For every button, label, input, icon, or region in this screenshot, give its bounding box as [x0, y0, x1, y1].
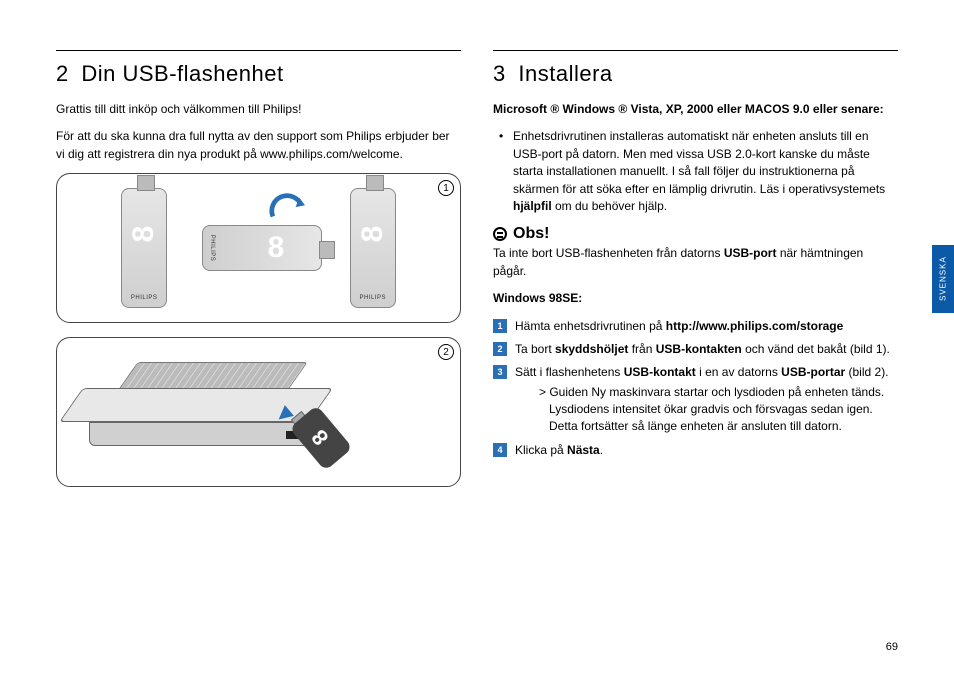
- figure-2-label: 2: [438, 344, 454, 360]
- step-3-sub: Guiden Ny maskinvara startar och lysdiod…: [527, 384, 898, 436]
- brand-label: PHILIPS: [122, 295, 166, 301]
- step-2: 2 Ta bort skyddshöljet från USB-kontakte…: [493, 341, 898, 358]
- install-steps: 1 Hämta enhetsdrivrutinen på http://www.…: [493, 318, 898, 460]
- column-rule: [493, 50, 898, 51]
- step-4: 4 Klicka på Nästa.: [493, 442, 898, 459]
- right-column: 3 Installera Microsoft ® Windows ® Vista…: [493, 50, 898, 501]
- column-rule: [56, 50, 461, 51]
- laptop-side: [89, 422, 317, 446]
- page-number: 69: [886, 641, 898, 653]
- rotate-arrow-icon: [269, 192, 307, 226]
- content-columns: 2 Din USB-flashenhet Grattis till ditt i…: [56, 50, 898, 501]
- note-text: Ta inte bort USB-flashenheten från dator…: [493, 245, 898, 280]
- usb-plug-illustration: [291, 416, 347, 460]
- brand-label: PHILIPS: [209, 226, 215, 270]
- intro-paragraph-1: Grattis till ditt inköp och välkommen ti…: [56, 101, 461, 118]
- step-badge: 4: [493, 443, 507, 457]
- section-2-heading: 2 Din USB-flashenhet: [56, 61, 461, 87]
- win98-heading: Windows 98SE:: [493, 290, 898, 307]
- section-3-number: 3: [493, 61, 506, 86]
- step-badge: 2: [493, 342, 507, 356]
- intro-paragraph-2: För att du ska kunna dra full nytta av d…: [56, 128, 461, 163]
- os-bullet-1: Enhetsdrivrutinen installeras automatisk…: [503, 128, 898, 215]
- section-2-number: 2: [56, 61, 69, 86]
- step-1: 1 Hämta enhetsdrivrutinen på http://www.…: [493, 318, 898, 335]
- step-badge: 3: [493, 365, 507, 379]
- left-column: 2 Din USB-flashenhet Grattis till ditt i…: [56, 50, 461, 501]
- step-badge: 1: [493, 319, 507, 333]
- laptop-illustration: [71, 348, 371, 468]
- os-heading: Microsoft ® Windows ® Vista, XP, 2000 el…: [493, 101, 898, 118]
- language-tab: SVENSKA: [932, 245, 954, 313]
- usb-illustration-row: PHILIPS PHILIPS PHILIPS: [57, 174, 460, 322]
- section-3-heading: 3 Installera: [493, 61, 898, 87]
- section-2-title: Din USB-flashenhet: [81, 61, 283, 86]
- section-3-title: Installera: [518, 61, 612, 86]
- note-icon: [493, 227, 507, 241]
- figure-1: 1 PHILIPS PHILIPS PHILIPS: [56, 173, 461, 323]
- usb-stick-left: PHILIPS: [121, 188, 167, 308]
- usb-stick-middle: PHILIPS: [202, 225, 322, 271]
- os-bullet-list: Enhetsdrivrutinen installeras automatisk…: [493, 128, 898, 215]
- figure-2: 2: [56, 337, 461, 487]
- brand-label: PHILIPS: [351, 295, 395, 301]
- usb-stick-right: PHILIPS: [350, 188, 396, 308]
- step-3: 3 Sätt i flashenhetens USB-kontakt i en …: [493, 364, 898, 436]
- note-heading: Obs!: [493, 225, 898, 243]
- note-label: Obs!: [513, 225, 549, 243]
